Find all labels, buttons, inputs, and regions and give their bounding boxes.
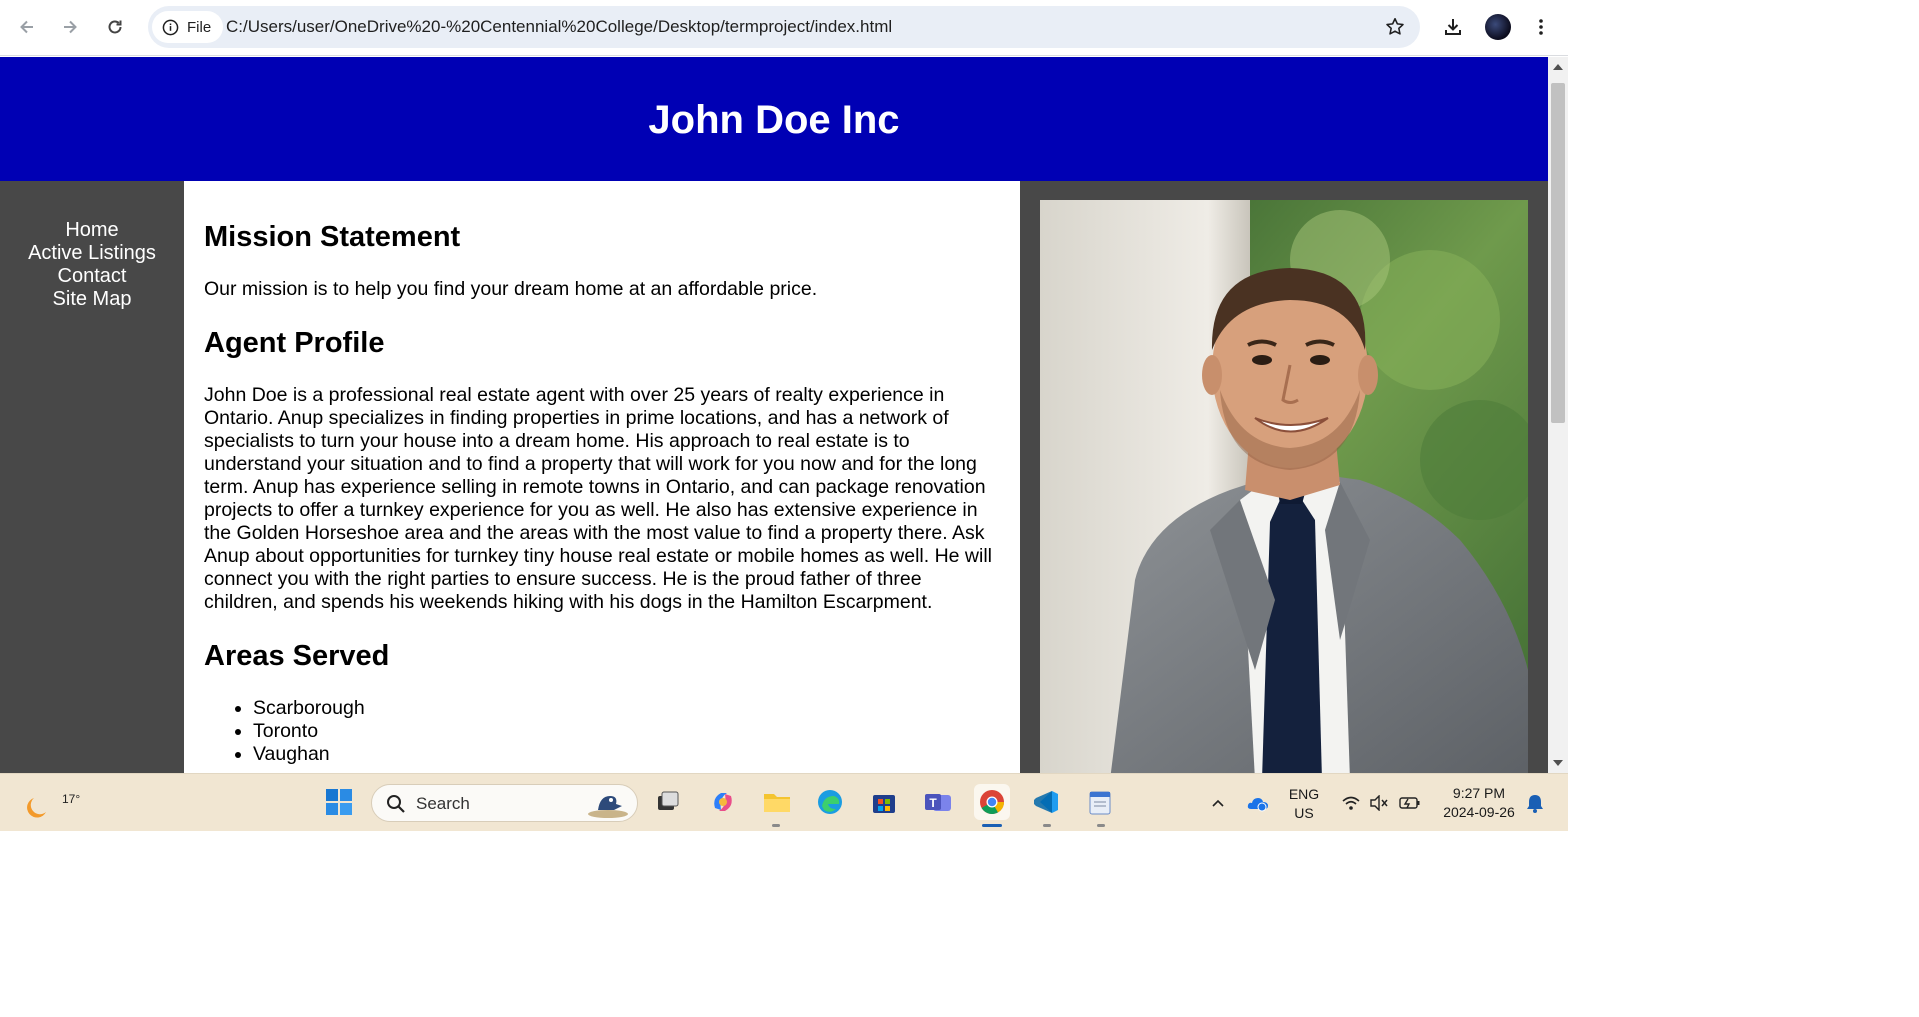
language-indicator[interactable]: ENG US — [1286, 785, 1322, 823]
nav-link-home[interactable]: Home — [0, 219, 184, 242]
lang-line1: ENG — [1288, 786, 1320, 802]
copilot-button[interactable] — [705, 784, 741, 820]
address-bar[interactable]: File C:/Users/user/OneDrive%20-%20Centen… — [148, 6, 1420, 48]
browser-toolbar: File C:/Users/user/OneDrive%20-%20Centen… — [0, 0, 1568, 56]
explorer-running-indicator — [772, 824, 780, 827]
search-label: Search — [416, 794, 470, 813]
teams-button[interactable]: T — [920, 784, 956, 820]
mission-heading: Mission Statement — [204, 221, 461, 253]
profile-heading: Agent Profile — [204, 327, 385, 359]
scroll-up-icon[interactable] — [1553, 64, 1563, 70]
main-content: Mission Statement Our mission is to help… — [184, 181, 1020, 773]
site-info-label: File — [187, 18, 212, 36]
search-highlight-icon — [588, 796, 628, 818]
edge-icon — [818, 790, 842, 814]
page-scrollbar[interactable] — [1548, 57, 1568, 773]
more-vert-icon — [1539, 19, 1543, 35]
forward-button[interactable] — [53, 10, 87, 44]
search-icon — [387, 795, 405, 813]
wifi-icon[interactable] — [1341, 795, 1361, 811]
areas-list: Scarborough Toronto Vaughan — [253, 697, 1000, 766]
taskbar-search[interactable]: Search — [371, 784, 638, 822]
chevron-up-icon[interactable] — [1210, 795, 1226, 811]
onedrive-icon[interactable] — [1246, 794, 1270, 812]
windows-icon — [326, 789, 352, 815]
volume-muted-icon[interactable] — [1369, 795, 1389, 811]
site-nav: Home Active Listings Contact Site Map — [0, 181, 184, 773]
taskbar: 17° Search T ENG US 9:27 PM 2024-09-26 — [0, 773, 1568, 831]
weather-widget[interactable]: 17° — [22, 782, 80, 822]
url-text[interactable]: C:/Users/user/OneDrive%20-%20Centennial%… — [226, 17, 892, 37]
back-arrow-icon — [20, 20, 33, 34]
page-viewport: John Doe Inc Home Active Listings Contac… — [0, 57, 1548, 773]
notepad-button[interactable] — [1082, 784, 1118, 820]
reload-button[interactable] — [98, 10, 132, 44]
chrome-button[interactable] — [974, 784, 1010, 820]
download-icon — [1445, 19, 1461, 35]
teams-icon: T — [925, 794, 951, 811]
scrollbar-thumb[interactable] — [1551, 83, 1565, 423]
vscode-icon — [1034, 791, 1058, 813]
back-button[interactable] — [10, 10, 44, 44]
nav-link-contact[interactable]: Contact — [0, 265, 184, 288]
list-item: Scarborough — [253, 697, 1000, 720]
areas-heading: Areas Served — [204, 640, 390, 672]
store-button[interactable] — [866, 784, 902, 820]
list-item: Toronto — [253, 720, 1000, 743]
notepad-running-indicator — [1097, 824, 1105, 827]
profile-text: John Doe is a professional real estate a… — [204, 384, 992, 613]
edge-button[interactable] — [812, 784, 848, 820]
task-view-button[interactable] — [650, 784, 686, 820]
downloads-button[interactable] — [1436, 10, 1470, 44]
clock[interactable]: 9:27 PM 2024-09-26 — [1434, 784, 1524, 822]
nav-link-active-listings[interactable]: Active Listings — [0, 242, 184, 265]
notepad-icon — [1089, 791, 1111, 815]
battery-icon[interactable] — [1399, 795, 1421, 811]
weather-temp: 17° — [62, 792, 81, 806]
store-icon — [873, 795, 895, 813]
bookmark-star-icon[interactable] — [1384, 16, 1406, 38]
nav-link-site-map[interactable]: Site Map — [0, 288, 184, 311]
profile-avatar[interactable] — [1485, 14, 1511, 40]
mission-text: Our mission is to help you find your dre… — [204, 278, 818, 300]
reload-icon — [108, 20, 122, 34]
moon-weather-icon — [27, 798, 46, 818]
start-button[interactable] — [321, 784, 357, 820]
clock-date: 2024-09-26 — [1443, 804, 1515, 820]
photo-sidebar — [1020, 181, 1548, 773]
scroll-down-icon[interactable] — [1553, 760, 1563, 766]
lang-line2: US — [1294, 805, 1314, 821]
copilot-icon — [714, 793, 732, 811]
vscode-running-indicator — [1043, 824, 1051, 827]
notification-bell-icon[interactable] — [1526, 793, 1544, 813]
folder-icon — [764, 794, 790, 812]
svg-text:T: T — [929, 796, 937, 810]
clock-time: 9:27 PM — [1452, 785, 1506, 801]
chrome-icon — [980, 790, 1004, 815]
forward-arrow-icon — [64, 20, 77, 34]
vscode-button[interactable] — [1028, 784, 1064, 820]
site-title: John Doe Inc — [648, 97, 900, 142]
list-item: Vaughan — [253, 743, 1000, 766]
site-header: John Doe Inc — [0, 57, 1548, 181]
task-view-icon — [658, 791, 679, 810]
chrome-active-indicator — [982, 824, 1002, 827]
browser-menu-button[interactable] — [1524, 10, 1558, 44]
info-icon — [162, 19, 179, 35]
site-info-chip[interactable]: File — [152, 11, 224, 43]
file-explorer-button[interactable] — [759, 784, 795, 820]
agent-photo — [1040, 200, 1528, 773]
